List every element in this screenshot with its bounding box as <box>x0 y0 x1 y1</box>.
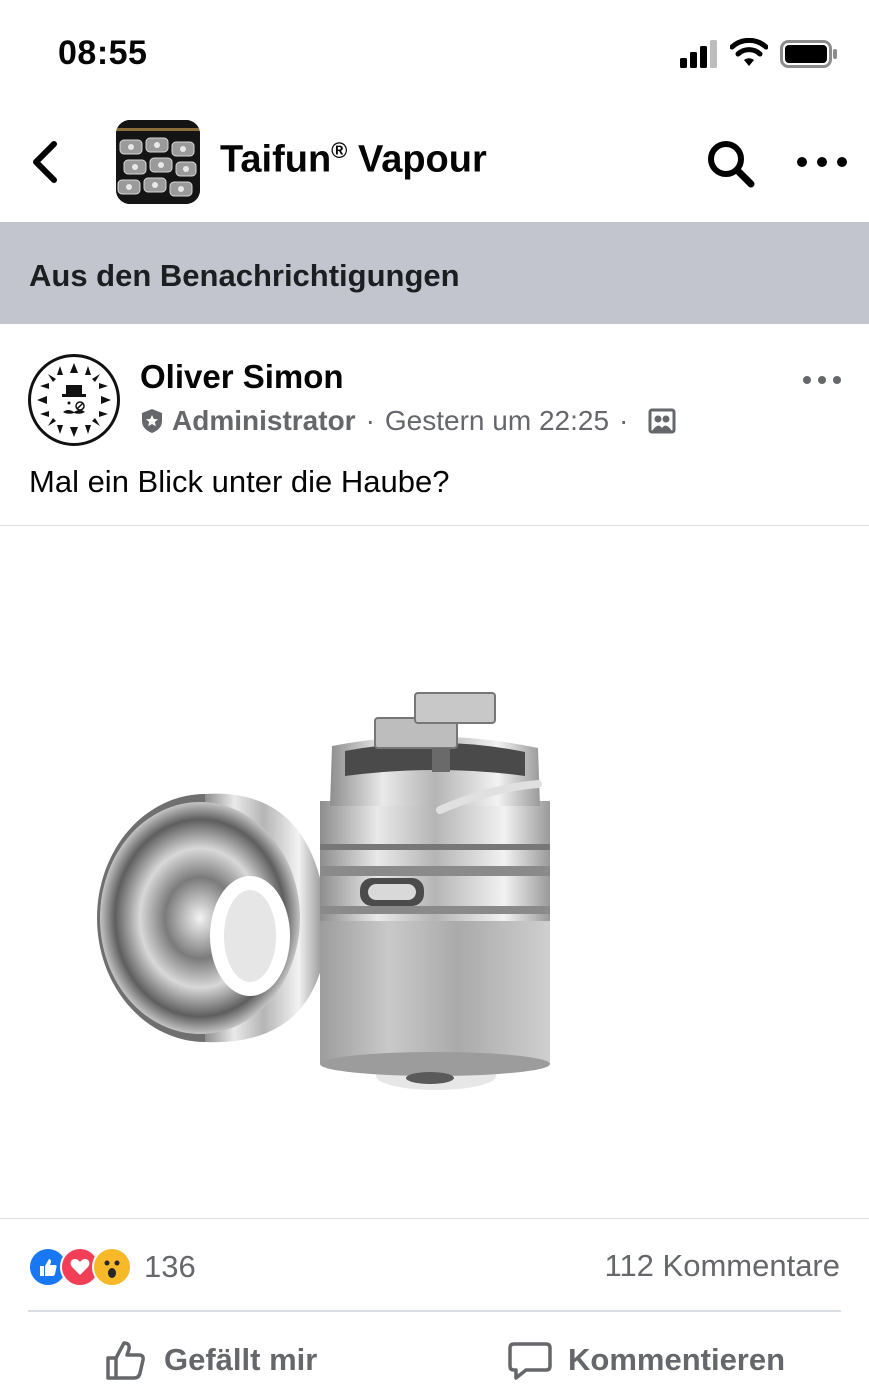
author-name[interactable]: Oliver Simon <box>140 358 344 396</box>
meta-separator: · <box>619 405 629 436</box>
post-meta: Administrator · Gestern um 22:25 · <box>140 404 676 438</box>
post-photo[interactable] <box>0 526 869 1218</box>
reaction-summary[interactable]: 136 <box>28 1246 196 1288</box>
group-avatar-image <box>116 120 200 204</box>
post-timestamp[interactable]: Gestern um 22:25 <box>385 405 609 437</box>
group-members-icon <box>648 408 676 434</box>
comment-bubble-icon <box>508 1342 552 1380</box>
back-arrow-icon[interactable] <box>28 140 62 184</box>
divider <box>28 1310 841 1312</box>
divider <box>0 1218 869 1219</box>
author-avatar[interactable] <box>28 354 120 446</box>
meta-separator: · <box>365 405 375 436</box>
thumbs-up-icon <box>106 1341 145 1380</box>
comment-button[interactable]: Kommentieren <box>508 1334 785 1386</box>
group-title-text: Taifun <box>220 138 332 181</box>
wow-icon <box>92 1247 132 1287</box>
post-photo-image <box>97 692 550 1090</box>
cellular-signal-icon <box>680 40 717 68</box>
comment-button-label: Kommentieren <box>568 1342 786 1377</box>
notification-banner-text: Aus den Benachrichtigungen <box>29 258 460 293</box>
battery-icon <box>780 40 837 68</box>
comment-count[interactable]: 112 Kommentare <box>605 1248 841 1284</box>
post-more-options-icon[interactable] <box>802 370 842 390</box>
status-time: 08:55 <box>58 34 148 72</box>
group-avatar[interactable] <box>116 120 200 204</box>
group-header: Taifun® Vapour <box>0 100 869 222</box>
search-icon[interactable] <box>705 138 757 190</box>
author-avatar-image <box>33 359 115 441</box>
reaction-count: 136 <box>144 1249 196 1284</box>
author-role: Administrator <box>172 405 356 436</box>
wifi-icon <box>730 38 768 66</box>
admin-badge-icon <box>142 409 162 433</box>
post-text: Mal ein Blick unter die Haube? <box>29 464 450 499</box>
like-button[interactable]: Gefällt mir <box>104 1334 317 1386</box>
notification-banner: Aus den Benachrichtigungen <box>0 222 869 324</box>
more-options-icon[interactable] <box>795 150 849 174</box>
status-bar: 08:55 <box>0 0 869 100</box>
group-title[interactable]: Taifun® Vapour <box>220 138 487 182</box>
group-title-suffix: Vapour <box>347 138 487 181</box>
group-title-mark: ® <box>331 138 348 163</box>
like-button-label: Gefällt mir <box>164 1342 318 1377</box>
